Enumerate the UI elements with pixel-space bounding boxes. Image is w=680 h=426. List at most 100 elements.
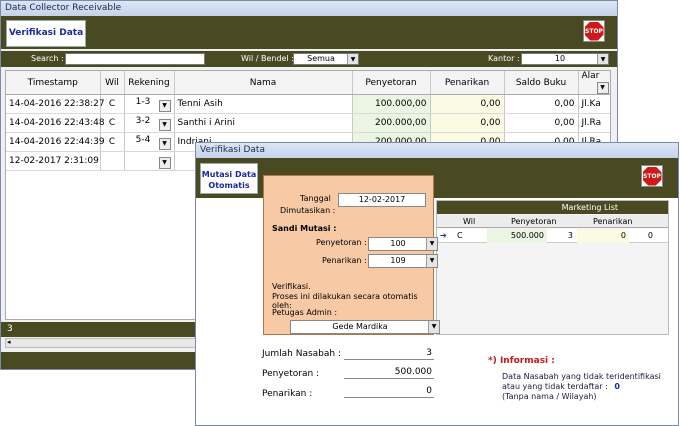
marketing-list-panel: Marketing List Wil Penyetoran Penarikan … [436, 200, 669, 335]
wil-bendel-value: Semua [307, 54, 335, 63]
chevron-down-icon[interactable]: ▼ [158, 99, 171, 112]
col-penarikan[interactable]: Penarikan [430, 71, 505, 95]
sandi-mutasi-title: Sandi Mutasi : [272, 224, 337, 233]
table-row[interactable]: 14-04-2016 22:43:48 C 3-2 ▼ Santhi i Arin… [6, 113, 610, 133]
rekening-value: 5-4 [135, 134, 151, 145]
cell-rekening: 1-3 ▼ [124, 94, 175, 114]
cell-saldo: 0,00 [504, 113, 579, 133]
marketing-list-title: Marketing List [437, 201, 668, 214]
jumlah-nasabah-label: Jumlah Nasabah : [262, 349, 341, 359]
info-title: *) Informasi : [488, 356, 555, 366]
window-title: Verifikasi Data [196, 143, 678, 158]
cell-penarikan: 0 [577, 229, 629, 243]
cell-alamat: Jl.Ka [578, 94, 610, 114]
tanggal-field[interactable]: 12-02-2017 [338, 193, 426, 207]
unidentified-count: 0 [614, 382, 620, 391]
tanggal-label: Tanggal [300, 194, 331, 203]
penyetoran-total: 500.000 [344, 367, 434, 379]
chevron-down-icon: ▼ [426, 255, 437, 267]
kantor-label: Kantor : [488, 54, 520, 63]
cell-penarikan: 0,00 [430, 113, 505, 133]
chevron-down-icon: ▼ [597, 54, 608, 64]
stop-button[interactable]: STOP [641, 165, 663, 187]
chevron-down-icon: ▼ [428, 321, 439, 333]
search-input[interactable] [65, 53, 205, 65]
col-timestamp[interactable]: Timestamp [6, 71, 101, 95]
chevron-down-icon: ▼ [426, 238, 437, 250]
cell-timestamp: 14-04-2016 22:44:39 [6, 132, 105, 152]
chevron-down-icon[interactable]: ▼ [158, 118, 171, 131]
col-nama[interactable]: Nama [174, 71, 353, 95]
cell-penyetoran: 200.000,00 [352, 113, 431, 133]
header-band: Verifikasi Data STOP [1, 16, 617, 49]
info-line-1: Data Nasabah yang tidak teridentifikasi [502, 372, 661, 381]
sandi-penyetoran-value: 100 [390, 239, 406, 248]
col-alamat-label: Alar [581, 71, 600, 81]
scroll-left-icon[interactable]: ◂ [7, 338, 11, 346]
stop-icon: STOP [642, 166, 662, 186]
petugas-admin-select[interactable]: Gede Mardika ▼ [290, 320, 440, 334]
cell-rekening: 5-4 ▼ [124, 132, 175, 152]
row-pointer-icon: ➔ [440, 231, 447, 240]
info-line-3: (Tanpa nama / Wilayah) [502, 392, 597, 401]
col-penyetoran[interactable]: Penyetoran [352, 71, 431, 95]
info-line-2-text: atau yang tidak terdaftar : [502, 382, 608, 391]
cell-wil [100, 151, 125, 171]
verifikasi-label: Verifikasi. [272, 282, 311, 291]
window-title: Data Collector Receivable [1, 1, 617, 16]
rekening-value: 1-3 [135, 96, 151, 107]
col-penyetoran: Penyetoran [511, 217, 557, 226]
cell-rekening: 3-2 ▼ [124, 113, 175, 133]
col-saldo-buku[interactable]: Saldo Buku [504, 71, 579, 95]
col-wil[interactable]: Wil [100, 71, 125, 95]
cell-nama: Tenni Asih [174, 94, 353, 114]
filter-bar: Search : Wil / Bendel : Semua ▼ Kantor :… [1, 51, 617, 67]
cell-nama: Santhi i Arini [174, 113, 353, 133]
kantor-value: 10 [554, 54, 566, 63]
rekening-value: 3-2 [135, 115, 151, 126]
chevron-down-icon: ▼ [347, 54, 358, 64]
marketing-header-row: Wil Penyetoran Penarikan [437, 215, 668, 228]
cell-saldo: 0,00 [504, 94, 579, 114]
sandi-penarikan-label: Penarikan : [322, 256, 367, 265]
col-penarikan: Penarikan [593, 217, 633, 226]
cell-timestamp: 14-04-2016 22:38:27 [6, 94, 105, 114]
info-line-2: atau yang tidak terdaftar : 0 [502, 382, 620, 391]
cell-count-a: 3 [567, 231, 573, 240]
penarikan-label: Penarikan : [262, 389, 313, 399]
search-label: Search : [31, 54, 64, 63]
table-row[interactable]: ➔ C 500.000 3 0 0 [437, 229, 668, 243]
stop-button[interactable]: STOP [583, 20, 605, 42]
wil-bendel-label: Wil / Bendel : [241, 54, 294, 63]
cell-penarikan: 0,00 [430, 94, 505, 114]
chevron-down-icon: ▼ [596, 82, 609, 94]
sandi-penyetoran-select[interactable]: 100 ▼ [368, 237, 438, 251]
penyetoran-label: Penyetoran : [262, 369, 320, 379]
tab-verifikasi-data[interactable]: Verifikasi Data [6, 20, 86, 47]
stop-icon: STOP [584, 21, 604, 41]
grid-header-row: Timestamp Wil Rekening Nama Penyetoran P… [6, 71, 610, 95]
wil-bendel-select[interactable]: Semua ▼ [293, 53, 359, 65]
kantor-select[interactable]: 10 ▼ [521, 53, 609, 65]
sandi-penarikan-select[interactable]: 109 ▼ [368, 254, 438, 268]
col-wil: Wil [463, 217, 476, 226]
sandi-penyetoran-label: Penyetoran : [316, 238, 367, 247]
tab-mutasi-data-otomatis[interactable]: Mutasi Data Otomatis [200, 163, 258, 194]
cell-timestamp: 12-02-2017 2:31:09 [6, 151, 101, 171]
penarikan-total: 0 [344, 386, 434, 398]
col-alamat[interactable]: Alar ▼ [578, 71, 610, 95]
cell-penyetoran: 500.000 [487, 229, 547, 243]
cell-wil: C [457, 231, 463, 240]
col-rekening[interactable]: Rekening [124, 71, 175, 95]
tanggal-label-2: Dimutasikan : [280, 206, 336, 215]
cell-timestamp: 14-04-2016 22:43:48 [6, 113, 105, 133]
cell-count-b: 0 [647, 231, 653, 240]
petugas-admin-label: Petugas Admin : [272, 308, 338, 317]
chevron-down-icon[interactable]: ▼ [158, 156, 171, 169]
record-count: 3 [7, 324, 13, 334]
jumlah-nasabah-value: 3 [344, 348, 434, 360]
table-row[interactable]: 14-04-2016 22:38:27 C 1-3 ▼ Tenni Asih 10… [6, 94, 610, 114]
chevron-down-icon[interactable]: ▼ [158, 137, 171, 150]
mutasi-popup: Tanggal Dimutasikan : 12-02-2017 Sandi M… [263, 175, 440, 335]
cell-penyetoran: 100.000,00 [352, 94, 431, 114]
